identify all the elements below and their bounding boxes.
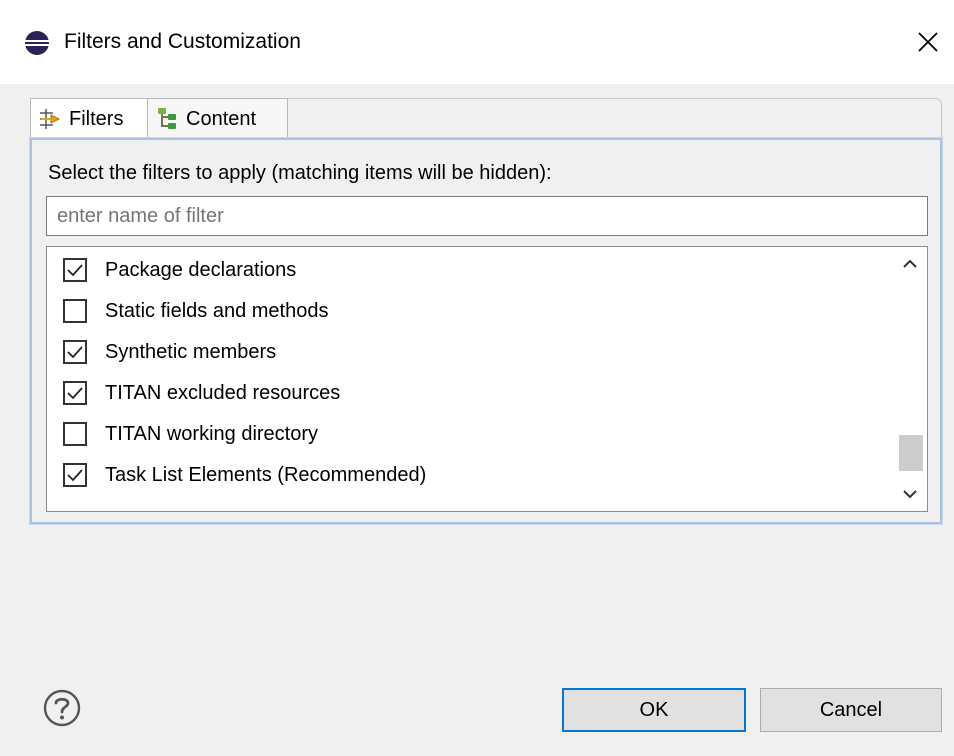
filter-item-label: Static fields and methods <box>105 300 329 322</box>
filter-item-label: Task List Elements (Recommended) <box>105 464 427 486</box>
filter-checkbox[interactable] <box>63 381 87 405</box>
filters-dialog: Filters and Customization Filters Conten… <box>0 0 954 756</box>
filter-list-item[interactable]: Package declarations <box>63 253 296 287</box>
ok-button[interactable]: OK <box>562 688 746 732</box>
filter-checkbox[interactable] <box>63 258 87 282</box>
filter-list: Package declarations Static fields and me… <box>46 246 928 512</box>
cancel-button[interactable]: Cancel <box>760 688 942 732</box>
checkmark-icon <box>67 387 83 400</box>
dialog-title: Filters and Customization <box>64 30 301 53</box>
instruction-label: Select the filters to apply (matching it… <box>48 162 552 184</box>
filter-item-label: Synthetic members <box>105 341 277 363</box>
filters-panel: Select the filters to apply (matching it… <box>29 137 943 525</box>
filter-item-label: TITAN excluded resources <box>105 382 341 404</box>
filters-icon <box>40 108 61 129</box>
close-icon <box>918 32 938 52</box>
filter-checkbox[interactable] <box>63 422 87 446</box>
scroll-thumb[interactable] <box>899 435 923 471</box>
help-icon[interactable] <box>42 688 82 728</box>
filter-search-input[interactable] <box>46 196 928 236</box>
tab-strip-filler <box>288 98 942 138</box>
filter-list-scrollbar[interactable] <box>893 247 927 511</box>
filter-checkbox[interactable] <box>63 299 87 323</box>
scroll-up-button[interactable] <box>893 247 927 281</box>
close-button[interactable] <box>910 24 946 60</box>
filter-list-item[interactable]: Task List Elements (Recommended) <box>63 458 426 492</box>
chevron-down-icon <box>903 490 917 499</box>
filter-item-label: TITAN working directory <box>105 423 319 445</box>
tab-content[interactable]: Content <box>148 98 288 138</box>
chevron-up-icon <box>903 259 917 268</box>
filter-list-item[interactable]: TITAN working directory <box>63 417 318 451</box>
tab-filters[interactable]: Filters <box>30 98 148 138</box>
scroll-down-button[interactable] <box>893 477 927 511</box>
eclipse-icon <box>25 31 49 55</box>
checkmark-icon <box>67 264 83 277</box>
filter-checkbox[interactable] <box>63 340 87 364</box>
filter-list-item[interactable]: TITAN excluded resources <box>63 376 340 410</box>
title-bar: Filters and Customization <box>0 0 954 84</box>
tab-strip: Filters Content <box>30 98 288 138</box>
content-tree-icon <box>158 107 176 129</box>
checkmark-icon <box>67 469 83 482</box>
tab-filters-label: Filters <box>69 107 124 130</box>
tab-content-label: Content <box>186 107 257 130</box>
filter-item-label: Package declarations <box>105 259 297 281</box>
filter-list-item[interactable]: Synthetic members <box>63 335 276 369</box>
filter-checkbox[interactable] <box>63 463 87 487</box>
filter-list-item[interactable]: Static fields and methods <box>63 294 328 328</box>
checkmark-icon <box>67 346 83 359</box>
